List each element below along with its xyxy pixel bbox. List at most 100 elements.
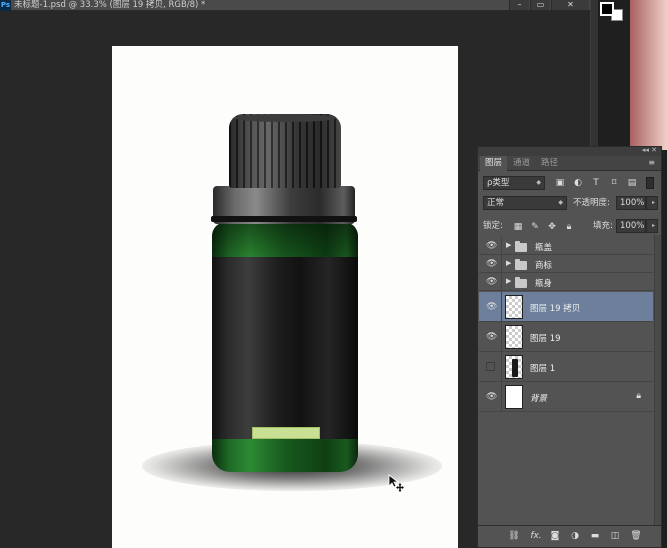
- opacity-slider-button[interactable]: ▸: [646, 196, 658, 210]
- fill-label: 填充:: [593, 221, 613, 231]
- layer-row-layer1[interactable]: 图层 1: [479, 352, 653, 382]
- visibility-eye-icon[interactable]: 👁︎: [486, 332, 497, 342]
- expand-arrow-icon[interactable]: ▶: [506, 277, 511, 285]
- filter-kind-label: ρ类型: [487, 178, 510, 188]
- filter-row: ρ类型 ◆ ▣ ◐ T ⌑ ▤: [478, 175, 661, 191]
- bottle-thumbnail-icon: [512, 359, 518, 377]
- opacity-label: 不透明度:: [573, 198, 610, 208]
- row-divider: [501, 322, 502, 351]
- foreground-color-swatch[interactable]: [600, 2, 614, 16]
- smart-object-filter-icon[interactable]: ▤: [627, 178, 637, 188]
- tab-channels[interactable]: 通道: [508, 156, 535, 171]
- document-title-bar: Ps 未标题-1.psd @ 33.3% (图层 19 拷贝, RGB/8) *…: [0, 0, 590, 11]
- adjustment-icon[interactable]: ◑: [569, 530, 581, 542]
- visibility-eye-icon[interactable]: 👁︎: [486, 241, 497, 251]
- lock-label: 锁定:: [483, 221, 503, 231]
- fx-icon[interactable]: fx.: [528, 530, 544, 542]
- lock-transparent-icon[interactable]: ▦: [513, 222, 523, 232]
- lock-all-icon[interactable]: 🔒︎: [564, 222, 574, 232]
- row-divider: [501, 255, 502, 272]
- blend-mode-select[interactable]: 正常 ◆: [483, 196, 567, 210]
- chevron-right-icon: ▸: [651, 199, 655, 206]
- new-layer-icon[interactable]: ◫: [609, 530, 621, 542]
- layer-row-cap-group[interactable]: 👁︎ ▶ 瓶盖: [479, 237, 653, 255]
- label-sticker: [252, 427, 320, 439]
- fill-input[interactable]: 100%: [616, 219, 646, 233]
- layer-row-layer19[interactable]: 👁︎ 图层 19: [479, 322, 653, 352]
- layers-list: 👁︎ ▶ 瓶盖 👁︎ ▶ 商标 👁︎ ▶ 瓶身 👁︎ 图层 19 拷贝 👁︎ 图…: [479, 235, 653, 525]
- lock-icon: 🔒︎: [636, 391, 641, 401]
- layer-name: 背景: [530, 394, 548, 404]
- bottle-shoulder: [212, 222, 358, 262]
- layers-bottom-toolbar: ⛓︎ fx. ◙ ◑ ▬ ◫ 🗑︎: [478, 525, 661, 547]
- layer-name: 瓶盖: [535, 243, 553, 253]
- folder-icon: [515, 259, 527, 270]
- document-canvas[interactable]: [112, 46, 458, 548]
- layer-row-logo-group[interactable]: 👁︎ ▶ 商标: [479, 255, 653, 273]
- panel-tabs: 图层 通道 路径 ≡: [478, 156, 661, 171]
- layer-thumbnail: [505, 325, 523, 349]
- minimize-button[interactable]: –: [509, 0, 529, 10]
- folder-icon: [515, 277, 527, 288]
- folder-icon: [515, 241, 527, 252]
- row-divider: [501, 273, 502, 290]
- layers-scrollbar[interactable]: [654, 235, 661, 525]
- close-button[interactable]: ✕: [551, 0, 589, 10]
- layer-thumbnail: [505, 385, 523, 409]
- panel-menu-icon[interactable]: ≡: [648, 158, 655, 167]
- restore-button[interactable]: ▭: [530, 0, 550, 10]
- type-filter-icon[interactable]: T: [591, 178, 601, 188]
- bottle-cap-top: [234, 114, 336, 122]
- row-divider: [501, 352, 502, 381]
- layer-row-background[interactable]: 👁︎ 背景 🔒︎: [479, 382, 653, 412]
- bottle-cap: [229, 114, 341, 188]
- chevron-down-icon: ◆: [558, 199, 563, 206]
- expand-arrow-icon[interactable]: ▶: [506, 241, 511, 249]
- photoshop-logo-icon: Ps: [0, 0, 11, 11]
- layer-name: 瓶身: [535, 279, 553, 289]
- blend-mode-value: 正常: [487, 198, 505, 208]
- chevron-down-icon: ◆: [536, 179, 541, 186]
- document-tab-title[interactable]: 未标题-1.psd @ 33.3% (图层 19 拷贝, RGB/8) *: [14, 0, 205, 11]
- group-icon[interactable]: ▬: [589, 530, 601, 542]
- link-icon[interactable]: ⛓︎: [508, 530, 520, 542]
- expand-arrow-icon[interactable]: ▶: [506, 259, 511, 267]
- fill-slider-button[interactable]: ▸: [646, 219, 658, 233]
- shape-filter-icon[interactable]: ⌑: [609, 178, 619, 188]
- tab-layers[interactable]: 图层: [480, 156, 508, 171]
- collar-ring: [211, 216, 357, 222]
- filter-toggle[interactable]: [646, 177, 654, 189]
- visibility-eye-icon[interactable]: 👁︎: [486, 277, 497, 287]
- layer-thumbnail: [505, 295, 523, 319]
- layer-name: 图层 1: [530, 364, 556, 374]
- visibility-eye-icon[interactable]: 👁︎: [486, 259, 497, 269]
- visibility-eye-icon[interactable]: 👁︎: [486, 392, 497, 402]
- photoshop-window: Ps 未标题-1.psd @ 33.3% (图层 19 拷贝, RGB/8) *…: [0, 0, 667, 548]
- filter-kind-select[interactable]: ρ类型 ◆: [483, 176, 545, 190]
- row-divider: [501, 382, 502, 411]
- opacity-input[interactable]: 100%: [616, 196, 646, 210]
- row-divider: [501, 292, 502, 321]
- lock-position-icon[interactable]: ✥: [547, 222, 557, 232]
- layer-row-body-group[interactable]: 👁︎ ▶ 瓶身: [479, 273, 653, 291]
- tab-paths[interactable]: 路径: [536, 156, 563, 171]
- lock-image-icon[interactable]: ✎: [530, 222, 540, 232]
- layer-row-layer19-copy[interactable]: 👁︎ 图层 19 拷贝: [479, 292, 653, 322]
- layer-thumbnail: [505, 355, 523, 379]
- adjustment-filter-icon[interactable]: ◐: [573, 178, 583, 188]
- layer-name: 图层 19: [530, 334, 561, 344]
- bottle-label: [212, 257, 358, 439]
- panel-collapse-button[interactable]: ◂◂ ✕: [642, 146, 657, 154]
- row-divider: [501, 237, 502, 254]
- image-filter-icon[interactable]: ▣: [555, 178, 565, 188]
- mask-icon[interactable]: ◙: [549, 530, 561, 542]
- visibility-toggle-off[interactable]: [486, 362, 495, 371]
- blend-row: 正常 ◆ 不透明度: 100% ▸: [478, 195, 661, 211]
- move-cursor-icon: [388, 474, 404, 492]
- color-panel-preview[interactable]: [630, 0, 667, 150]
- visibility-eye-icon[interactable]: 👁︎: [486, 302, 497, 312]
- layer-name: 图层 19 拷贝: [530, 304, 581, 314]
- trash-icon[interactable]: 🗑︎: [630, 530, 642, 542]
- layers-panel: ◂◂ ✕ 图层 通道 路径 ≡ ρ类型 ◆ ▣ ◐ T ⌑ ▤ 正常 ◆ 不透明…: [477, 146, 662, 548]
- lock-row: 锁定: ▦ ✎ ✥ 🔒︎ 填充: 100% ▸: [478, 218, 661, 234]
